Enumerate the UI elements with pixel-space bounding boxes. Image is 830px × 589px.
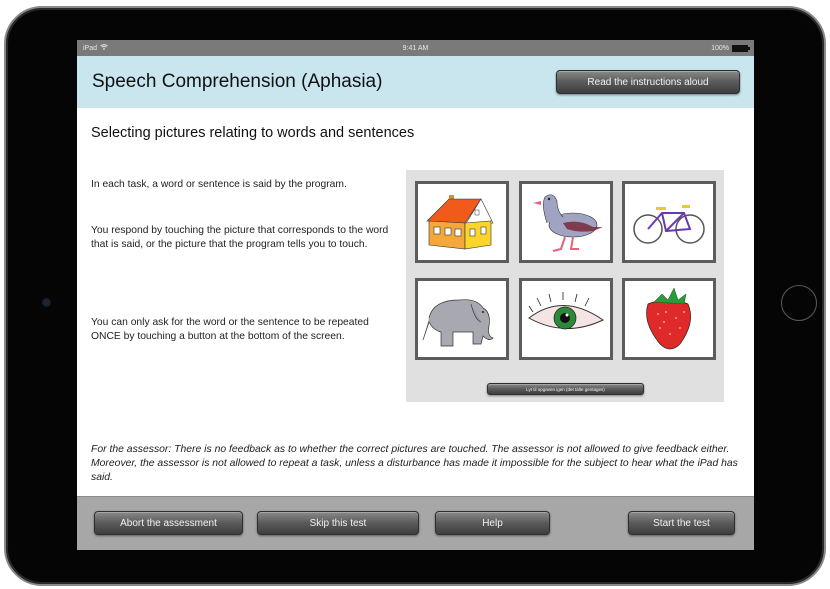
front-camera (43, 299, 50, 306)
elephant-icon (422, 299, 494, 347)
page-title: Speech Comprehension (Aphasia) (92, 71, 383, 92)
device-label: iPad (83, 44, 98, 52)
assessor-note: For the assessor: There is no feedback a… (91, 444, 738, 483)
picture-strawberry[interactable] (622, 278, 716, 360)
picture-bicycle[interactable] (622, 181, 716, 263)
help-button[interactable]: Help (435, 511, 550, 535)
strawberry-icon (646, 287, 691, 350)
app-screen: iPad 9:41 AM 100% Speech Comprehension (… (77, 40, 754, 550)
picture-house[interactable] (415, 181, 509, 263)
house-icon (426, 195, 494, 250)
picture-elephant[interactable] (415, 278, 509, 360)
app-header: Speech Comprehension (Aphasia) Read the … (77, 56, 754, 108)
clock: 9:41 AM (402, 44, 429, 52)
battery-percent: 100% (711, 44, 729, 52)
home-button[interactable] (781, 285, 817, 321)
repeat-task-button[interactable]: Lyt til opgaven igen (det talte gentages… (487, 383, 644, 395)
instruction-paragraph: You can only ask for the word or the sen… (91, 317, 369, 342)
instruction-paragraph: In each task, a word or sentence is said… (91, 179, 347, 190)
abort-assessment-button[interactable]: Abort the assessment (94, 511, 243, 535)
eye-icon (528, 292, 604, 330)
battery-icon (732, 44, 750, 52)
start-test-button[interactable]: Start the test (628, 511, 735, 535)
footer-toolbar: Abort the assessment Skip this test Help… (77, 496, 754, 550)
section-subtitle: Selecting pictures relating to words and… (91, 125, 415, 141)
instructions-content: Selecting pictures relating to words and… (77, 108, 754, 496)
wifi-icon (100, 44, 108, 52)
read-instructions-aloud-button[interactable]: Read the instructions aloud (556, 70, 740, 94)
duck-icon (533, 194, 603, 252)
picture-eye[interactable] (519, 278, 613, 360)
picture-duck[interactable] (519, 181, 613, 263)
status-bar: iPad 9:41 AM 100% (77, 40, 754, 56)
instruction-paragraph: You respond by touching the picture that… (91, 225, 389, 250)
example-picture-panel: Lyt til opgaven igen (det talte gentages… (406, 170, 724, 402)
bicycle-icon (633, 205, 705, 244)
skip-test-button[interactable]: Skip this test (257, 511, 419, 535)
